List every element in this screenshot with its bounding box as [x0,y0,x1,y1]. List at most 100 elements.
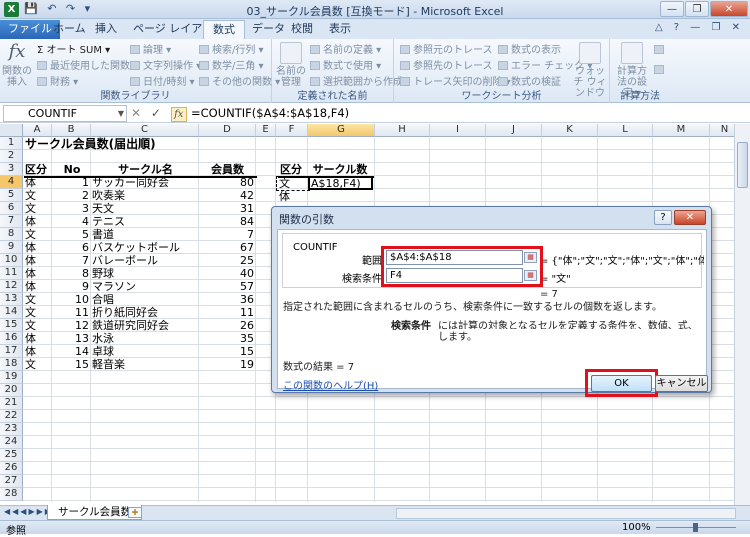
datetime-functions-button[interactable]: 日付/時刻 ▾ [130,73,195,88]
cell-members[interactable]: 15 [200,345,254,358]
calculate-now-icon[interactable] [654,45,667,56]
summary-cell-f4[interactable]: 文 [279,177,290,190]
select-all-corner[interactable] [0,124,23,137]
cell-members[interactable]: 26 [200,319,254,332]
row-header-5[interactable]: 5 [0,189,23,202]
column-header-f[interactable]: F [276,124,308,137]
cell-circle-name[interactable]: 野球 [92,267,197,280]
header-members[interactable]: 会員数 [200,163,255,176]
name-manager-button[interactable]: 名前の管理 [276,42,306,88]
cell-no[interactable]: 14 [53,345,89,358]
cell-circle-name[interactable]: 吹奏楽 [92,189,197,202]
horizontal-scrollbar[interactable] [396,508,736,519]
show-formulas-button[interactable]: 数式の表示 [498,41,561,56]
cell-circle-name[interactable]: マラソン [92,280,197,293]
cell-members[interactable]: 67 [200,241,254,254]
row-header-9[interactable]: 9 [0,241,23,254]
row-header-7[interactable]: 7 [0,215,23,228]
trace-precedents-button[interactable]: 参照元のトレース [400,41,493,56]
logical-functions-button[interactable]: 論理 ▾ [130,41,171,56]
sheet-title-cell[interactable]: サークル会員数(届出順) [25,137,156,151]
cell-members[interactable]: 25 [200,254,254,267]
cell-kubun[interactable]: 体 [25,332,51,345]
header-circle-name[interactable]: サークル名 [92,163,199,176]
name-box[interactable]: COUNTIF ▼ [3,105,127,122]
cell-members[interactable]: 80 [200,176,254,189]
row-header-3[interactable]: 3 [0,163,23,176]
cell-circle-name[interactable]: バスケットボール [92,241,197,254]
row-header-19[interactable]: 19 [0,371,23,384]
dialog-help-icon[interactable]: ? [654,210,672,225]
vertical-scrollbar[interactable] [734,124,750,505]
row-header-23[interactable]: 23 [0,423,23,436]
cell-members[interactable]: 7 [200,228,254,241]
tab-review[interactable]: 校閲 [282,20,322,39]
zoom-slider-knob[interactable] [693,523,698,532]
row-header-24[interactable]: 24 [0,436,23,449]
cell-members[interactable]: 36 [200,293,254,306]
cell-kubun[interactable]: 体 [25,267,51,280]
column-header-j[interactable]: J [486,124,542,137]
row-header-18[interactable]: 18 [0,358,23,371]
insert-function-icon[interactable]: fx [170,107,187,122]
sheet-nav-arrows[interactable]: ◀◀◀▶▶▶ [4,507,53,516]
row-header-10[interactable]: 10 [0,254,23,267]
cell-circle-name[interactable]: 鉄道研究同好会 [92,319,197,332]
cell-no[interactable]: 10 [53,293,89,306]
cell-members[interactable]: 11 [200,306,254,319]
cell-members[interactable]: 31 [200,202,254,215]
row-header-20[interactable]: 20 [0,384,23,397]
column-header-i[interactable]: I [430,124,486,137]
cell-no[interactable]: 1 [53,176,89,189]
text-functions-button[interactable]: 文字列操作 ▾ [130,57,201,72]
cell-kubun[interactable]: 文 [25,306,51,319]
cancel-entry-icon[interactable]: ✕ [131,106,141,120]
cell-circle-name[interactable]: バレーボール [92,254,197,267]
cell-kubun[interactable]: 体 [25,176,51,189]
row-header-2[interactable]: 2 [0,150,23,163]
cell-no[interactable]: 8 [53,267,89,280]
column-header-k[interactable]: K [542,124,598,137]
tab-formulas[interactable]: 数式 [203,20,245,40]
cell-kubun[interactable]: 文 [25,293,51,306]
row-header-17[interactable]: 17 [0,345,23,358]
cell-kubun[interactable]: 体 [25,254,51,267]
cell-kubun[interactable]: 文 [25,189,51,202]
row-header-22[interactable]: 22 [0,410,23,423]
cell-kubun[interactable]: 文 [25,358,51,371]
cell-circle-name[interactable]: 水泳 [92,332,197,345]
active-cell-g4[interactable]: A$18,F4) [308,176,373,190]
scroll-thumb[interactable] [737,142,748,188]
use-in-formula-button[interactable]: 数式で使用 ▾ [310,57,381,72]
cell-no[interactable]: 5 [53,228,89,241]
column-header-b[interactable]: B [52,124,91,137]
zoom-level[interactable]: 100% [622,522,651,533]
row-header-27[interactable]: 27 [0,475,23,488]
row-header-11[interactable]: 11 [0,267,23,280]
autosum-button[interactable]: Σ オート SUM ▾ [37,41,110,56]
cell-no[interactable]: 7 [53,254,89,267]
cell-members[interactable]: 19 [200,358,254,371]
header-kubun[interactable]: 区分 [25,163,47,176]
cell-kubun[interactable]: 文 [25,319,51,332]
row-header-16[interactable]: 16 [0,332,23,345]
cell-no[interactable]: 11 [53,306,89,319]
row-header-15[interactable]: 15 [0,319,23,332]
insert-function-button[interactable]: fx 関数の挿入 [2,42,32,89]
cell-no[interactable]: 2 [53,189,89,202]
column-header-h[interactable]: H [375,124,430,137]
cell-circle-name[interactable]: 天文 [92,202,197,215]
header-no[interactable]: No [53,163,91,176]
cell-circle-name[interactable]: 折り紙同好会 [92,306,197,319]
tab-insert[interactable]: 挿入 [86,20,126,39]
column-header-l[interactable]: L [598,124,653,137]
remove-arrows-button[interactable]: トレース矢印の削除 ▾ [400,73,511,88]
ribbon-window-controls[interactable]: △ ? — ❐ ✕ [655,22,744,33]
new-sheet-icon[interactable]: ✚ [128,507,142,518]
cell-members[interactable]: 57 [200,280,254,293]
column-header-a[interactable]: A [23,124,52,137]
cell-kubun[interactable]: 文 [25,228,51,241]
formula-input[interactable]: =COUNTIF($A$4:$A$18,F4) [191,106,349,120]
cell-kubun[interactable]: 文 [25,202,51,215]
summary-header-count[interactable]: サークル数 [307,163,373,176]
